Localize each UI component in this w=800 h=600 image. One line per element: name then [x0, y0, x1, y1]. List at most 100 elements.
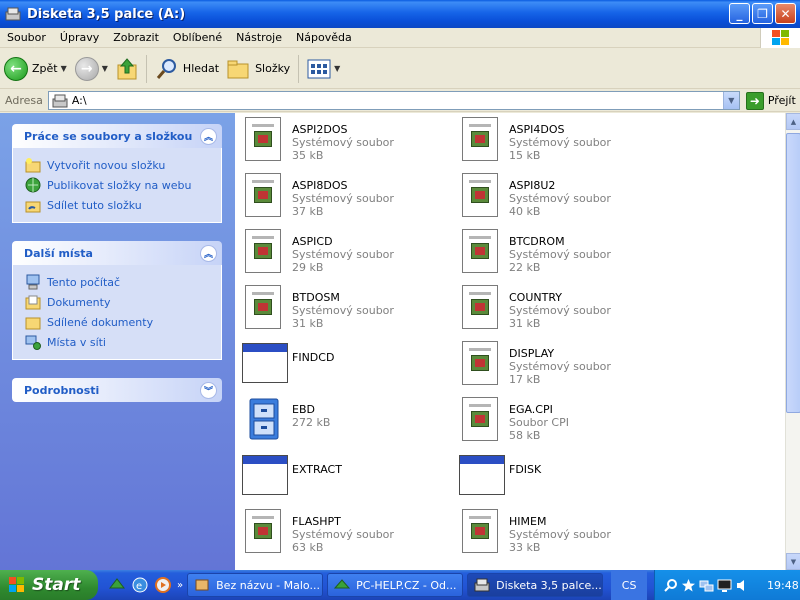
file-item-fdisk[interactable]: FDISK: [457, 451, 541, 499]
file-name: EXTRACT: [292, 463, 342, 476]
task-label: Bez názvu - Malo...: [216, 578, 320, 592]
file-item-findcd[interactable]: FINDCD: [240, 339, 334, 387]
taskbar: Start e » Bez názvu - Malo... PC-HELP.CZ…: [0, 570, 800, 600]
file-item-ega-cpi[interactable]: EGA.CPI Soubor CPI 58 kB: [457, 395, 569, 443]
views-button[interactable]: ▼: [303, 52, 344, 86]
scroll-thumb[interactable]: [786, 133, 800, 413]
title-bar[interactable]: Disketa 3,5 palce (A:) _ ❐ ✕: [0, 0, 800, 28]
scroll-up-button[interactable]: ▲: [786, 113, 800, 130]
place-my-computer[interactable]: Tento počítač: [25, 272, 211, 292]
menu-tools[interactable]: Nástroje: [229, 31, 289, 44]
place-label: Tento počítač: [47, 275, 121, 289]
file-size: 37 kB: [292, 205, 324, 218]
file-tasks-header[interactable]: Práce se soubory a složkou ︽: [12, 124, 222, 148]
file-list: ASPI2DOS Systémový soubor 35 kB ASPI4DOS Sys…: [235, 113, 785, 570]
maximize-button[interactable]: ❐: [752, 3, 773, 24]
file-item-btcdrom[interactable]: BTCDROM Systémový soubor 22 kB: [457, 227, 611, 275]
task-label: Vytvořit novou složku: [47, 158, 166, 172]
taskbar-item-paint[interactable]: Bez názvu - Malo...: [187, 573, 324, 597]
collapse-icon[interactable]: ︽: [200, 244, 217, 262]
search-label: Hledat: [182, 62, 220, 75]
back-button[interactable]: ← Zpět ▼: [0, 52, 71, 86]
monitor-tray-icon[interactable]: [717, 578, 732, 593]
file-item-himem[interactable]: HIMEM Systémový soubor 33 kB: [457, 507, 611, 555]
file-meta: EXTRACT: [292, 463, 342, 476]
file-type: Systémový soubor: [509, 192, 611, 205]
task-new-folder[interactable]: Vytvořit novou složku: [25, 155, 211, 175]
documents-folder-icon: [25, 295, 41, 310]
new-folder-icon: [25, 158, 41, 173]
svg-text:e: e: [136, 581, 142, 592]
windows-logo-icon: [760, 28, 800, 48]
media-player-icon[interactable]: [154, 576, 172, 594]
go-button[interactable]: ➜ Přejít: [745, 91, 796, 110]
file-item-btdosm[interactable]: BTDOSM Systémový soubor 31 kB: [240, 283, 394, 331]
views-icon: [307, 59, 331, 78]
menu-file[interactable]: Soubor: [0, 31, 53, 44]
file-size: 33 kB: [509, 541, 541, 554]
forward-dropdown-icon[interactable]: ▼: [102, 64, 108, 73]
taskbar-item-floppy[interactable]: Disketa 3,5 palce...: [467, 573, 604, 597]
network-tray-icon[interactable]: [699, 578, 714, 593]
menu-edit[interactable]: Úpravy: [53, 31, 106, 44]
quick-launch-app-icon[interactable]: [108, 576, 126, 594]
place-documents[interactable]: Dokumenty: [25, 292, 211, 312]
menu-help[interactable]: Nápověda: [289, 31, 359, 44]
file-type: Systémový soubor: [509, 304, 611, 317]
system-file-icon: [240, 115, 288, 163]
file-name: BTCDROM: [509, 235, 565, 248]
file-item-aspi8u2[interactable]: ASPI8U2 Systémový soubor 40 kB: [457, 171, 611, 219]
menu-view[interactable]: Zobrazit: [106, 31, 166, 44]
system-file-icon: [457, 339, 505, 387]
file-item-country[interactable]: COUNTRY Systémový soubor 31 kB: [457, 283, 611, 331]
file-item-aspi4dos[interactable]: ASPI4DOS Systémový soubor 15 kB: [457, 115, 611, 163]
details-header[interactable]: Podrobnosti ︾: [12, 378, 222, 402]
up-button[interactable]: [112, 52, 142, 86]
address-input[interactable]: A:\ ▼: [47, 91, 740, 110]
file-item-aspi2dos[interactable]: ASPI2DOS Systémový soubor 35 kB: [240, 115, 394, 163]
forward-button[interactable]: → ▼: [71, 52, 112, 86]
quick-launch-more-icon[interactable]: »: [177, 580, 183, 591]
application-icon: [457, 451, 505, 499]
collapse-icon[interactable]: ︽: [200, 127, 217, 145]
vertical-scrollbar[interactable]: ▲ ▼: [785, 113, 800, 570]
file-item-flashpt[interactable]: FLASHPT Systémový soubor 63 kB: [240, 507, 394, 555]
folders-button[interactable]: Složky: [223, 52, 294, 86]
file-name: EGA.CPI: [509, 403, 553, 416]
scroll-down-button[interactable]: ▼: [786, 553, 800, 570]
folder-up-icon: [117, 57, 137, 79]
volume-tray-icon[interactable]: [735, 578, 750, 593]
place-shared-documents[interactable]: Sdílené dokumenty: [25, 312, 211, 332]
place-network[interactable]: Místa v síti: [25, 332, 211, 352]
file-item-aspi8dos[interactable]: ASPI8DOS Systémový soubor 37 kB: [240, 171, 394, 219]
back-dropdown-icon[interactable]: ▼: [61, 64, 67, 73]
file-meta: DISPLAY Systémový soubor 17 kB: [509, 347, 611, 386]
computer-icon: [26, 274, 40, 290]
address-dropdown-icon[interactable]: ▼: [722, 92, 739, 109]
file-type: Soubor CPI: [509, 416, 569, 429]
start-button[interactable]: Start: [0, 570, 98, 600]
minimize-button[interactable]: _: [729, 3, 750, 24]
search-tray-icon[interactable]: [663, 578, 678, 593]
file-name: ASPI8DOS: [292, 179, 348, 192]
star-tray-icon[interactable]: [681, 578, 696, 593]
menu-favorites[interactable]: Oblíbené: [166, 31, 229, 44]
file-item-ebd[interactable]: EBD 272 kB: [240, 395, 330, 443]
file-item-extract[interactable]: EXTRACT: [240, 451, 342, 499]
other-places-header[interactable]: Další místa ︽: [12, 241, 222, 265]
task-share-folder[interactable]: Sdílet tuto složku: [25, 195, 211, 215]
internet-explorer-icon[interactable]: e: [131, 576, 149, 594]
file-meta: FINDCD: [292, 351, 334, 364]
expand-icon[interactable]: ︾: [200, 381, 217, 399]
search-button[interactable]: Hledat: [151, 52, 223, 86]
clock[interactable]: 19:48: [767, 579, 799, 592]
language-indicator[interactable]: CS: [611, 570, 648, 600]
windows-flag-icon: [9, 577, 24, 592]
file-size: 31 kB: [292, 317, 324, 330]
views-dropdown-icon[interactable]: ▼: [334, 64, 340, 73]
file-item-aspicd[interactable]: ASPICD Systémový soubor 29 kB: [240, 227, 394, 275]
task-publish-web[interactable]: Publikovat složky na webu: [25, 175, 211, 195]
taskbar-item-browser[interactable]: PC-HELP.CZ - Od...: [327, 573, 464, 597]
close-button[interactable]: ✕: [775, 3, 796, 24]
file-item-display[interactable]: DISPLAY Systémový soubor 17 kB: [457, 339, 611, 387]
